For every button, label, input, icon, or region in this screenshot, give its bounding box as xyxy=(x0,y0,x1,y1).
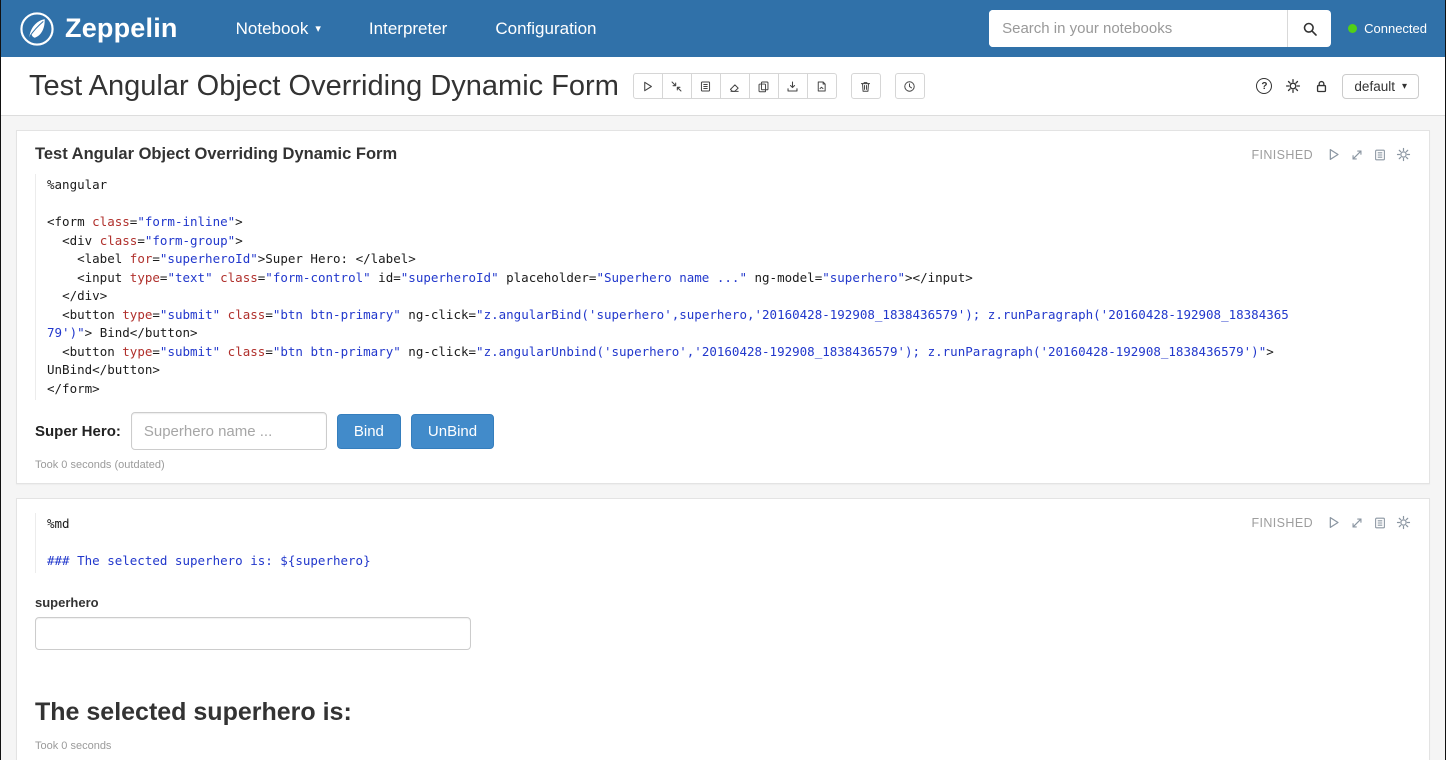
paragraph-controls: FINISHED xyxy=(1251,515,1411,530)
paragraph-title: Test Angular Object Overriding Dynamic F… xyxy=(35,145,1411,164)
note-action-toolbar xyxy=(633,73,837,99)
superhero-input[interactable] xyxy=(131,412,327,450)
menu-notebook-label: Notebook xyxy=(236,19,309,39)
notebook-search xyxy=(989,10,1331,47)
paragraph-status: FINISHED xyxy=(1251,148,1313,162)
clock-icon xyxy=(903,80,916,93)
permissions-button[interactable] xyxy=(1314,79,1329,94)
toggle-editor-button[interactable] xyxy=(1373,516,1387,530)
expand-icon xyxy=(1350,516,1364,530)
menu-configuration-label: Configuration xyxy=(495,19,596,39)
expand-paragraph-button[interactable] xyxy=(1350,148,1364,162)
clone-note-button[interactable] xyxy=(749,73,779,99)
clear-output-button[interactable] xyxy=(720,73,750,99)
show-output-icon xyxy=(699,80,712,93)
angular-output-form: Super Hero: Bind UnBind xyxy=(35,412,1411,450)
toggle-output-button[interactable] xyxy=(691,73,721,99)
superhero-label: Super Hero: xyxy=(35,423,121,440)
delete-note-group xyxy=(851,73,881,99)
zeppelin-home-link[interactable]: Zeppelin xyxy=(19,11,178,47)
export-note-button[interactable] xyxy=(778,73,808,99)
markdown-output-heading: The selected superhero is: xyxy=(35,698,1411,727)
top-navbar: Zeppelin Notebook ▾ Interpreter Configur… xyxy=(1,0,1445,57)
toggle-editor-button[interactable] xyxy=(1373,148,1387,162)
note-title[interactable]: Test Angular Object Overriding Dynamic F… xyxy=(29,70,619,103)
clone-icon xyxy=(757,80,770,93)
zeppelin-app: Zeppelin Notebook ▾ Interpreter Configur… xyxy=(0,0,1446,760)
execution-time: Took 0 seconds xyxy=(35,740,1411,752)
zeppelin-logo-icon xyxy=(19,11,55,47)
superhero-dynamic-label: superhero xyxy=(35,595,1411,610)
toggle-code-button[interactable] xyxy=(662,73,692,99)
export-icon xyxy=(786,80,799,93)
search-button[interactable] xyxy=(1287,10,1331,47)
note-content: FINISHED Test Angular Object Overriding … xyxy=(1,116,1445,760)
play-icon xyxy=(1326,147,1341,162)
hide-code-icon xyxy=(670,80,683,93)
gear-icon xyxy=(1285,78,1301,94)
code-editor[interactable]: %angular <form class="form-inline"> <div… xyxy=(35,174,1411,400)
export-file-button[interactable] xyxy=(807,73,837,99)
bind-button[interactable]: Bind xyxy=(337,414,401,449)
gear-icon xyxy=(1396,515,1411,530)
run-paragraph-button[interactable] xyxy=(1326,515,1341,530)
delete-note-button[interactable] xyxy=(851,73,881,99)
execution-time: Took 0 seconds (outdated) xyxy=(35,459,1411,471)
question-icon: ? xyxy=(1256,78,1272,94)
lock-icon xyxy=(1314,79,1329,94)
search-input[interactable] xyxy=(989,10,1287,47)
menu-configuration[interactable]: Configuration xyxy=(471,0,620,57)
search-icon xyxy=(1302,21,1318,37)
file-export-icon xyxy=(815,80,828,93)
paragraph-markdown: FINISHED %md ### The selected superhero … xyxy=(16,498,1430,760)
run-all-paragraphs-button[interactable] xyxy=(633,73,663,99)
navbar-right: Connected xyxy=(989,10,1431,47)
unbind-button[interactable]: UnBind xyxy=(411,414,494,449)
interpreter-binding-label: default xyxy=(1354,79,1395,94)
scheduler-group xyxy=(895,73,925,99)
menu-interpreter-label: Interpreter xyxy=(369,19,447,39)
eraser-icon xyxy=(728,80,741,93)
book-icon xyxy=(1373,516,1387,530)
note-header-right: ? default ▾ xyxy=(1256,74,1429,99)
run-paragraph-button[interactable] xyxy=(1326,147,1341,162)
caret-down-icon: ▾ xyxy=(1402,81,1407,92)
connection-status: Connected xyxy=(1348,21,1431,36)
trash-icon xyxy=(859,80,872,93)
book-icon xyxy=(1373,148,1387,162)
brand-name: Zeppelin xyxy=(65,13,178,44)
dynamic-form: superhero xyxy=(35,595,1411,650)
note-header: Test Angular Object Overriding Dynamic F… xyxy=(1,57,1445,116)
interpreter-binding-dropdown[interactable]: default ▾ xyxy=(1342,74,1419,99)
paragraph-status: FINISHED xyxy=(1251,516,1313,530)
connection-label: Connected xyxy=(1364,21,1427,36)
code-editor[interactable]: %md ### The selected superhero is: ${sup… xyxy=(35,513,1411,573)
expand-icon xyxy=(1350,148,1364,162)
main-menu: Notebook ▾ Interpreter Configuration xyxy=(212,0,621,57)
help-button[interactable]: ? xyxy=(1256,78,1272,94)
menu-interpreter[interactable]: Interpreter xyxy=(345,0,471,57)
paragraph-settings-button[interactable] xyxy=(1396,515,1411,530)
caret-down-icon: ▾ xyxy=(315,22,321,35)
expand-paragraph-button[interactable] xyxy=(1350,516,1364,530)
connected-dot-icon xyxy=(1348,24,1357,33)
paragraph-controls: FINISHED xyxy=(1251,147,1411,162)
note-settings-button[interactable] xyxy=(1285,78,1301,94)
play-icon xyxy=(641,80,654,93)
paragraph-angular: FINISHED Test Angular Object Overriding … xyxy=(16,130,1430,484)
scheduler-button[interactable] xyxy=(895,73,925,99)
gear-icon xyxy=(1396,147,1411,162)
superhero-dynamic-input[interactable] xyxy=(35,617,471,650)
play-icon xyxy=(1326,515,1341,530)
menu-notebook[interactable]: Notebook ▾ xyxy=(212,0,345,57)
paragraph-settings-button[interactable] xyxy=(1396,147,1411,162)
